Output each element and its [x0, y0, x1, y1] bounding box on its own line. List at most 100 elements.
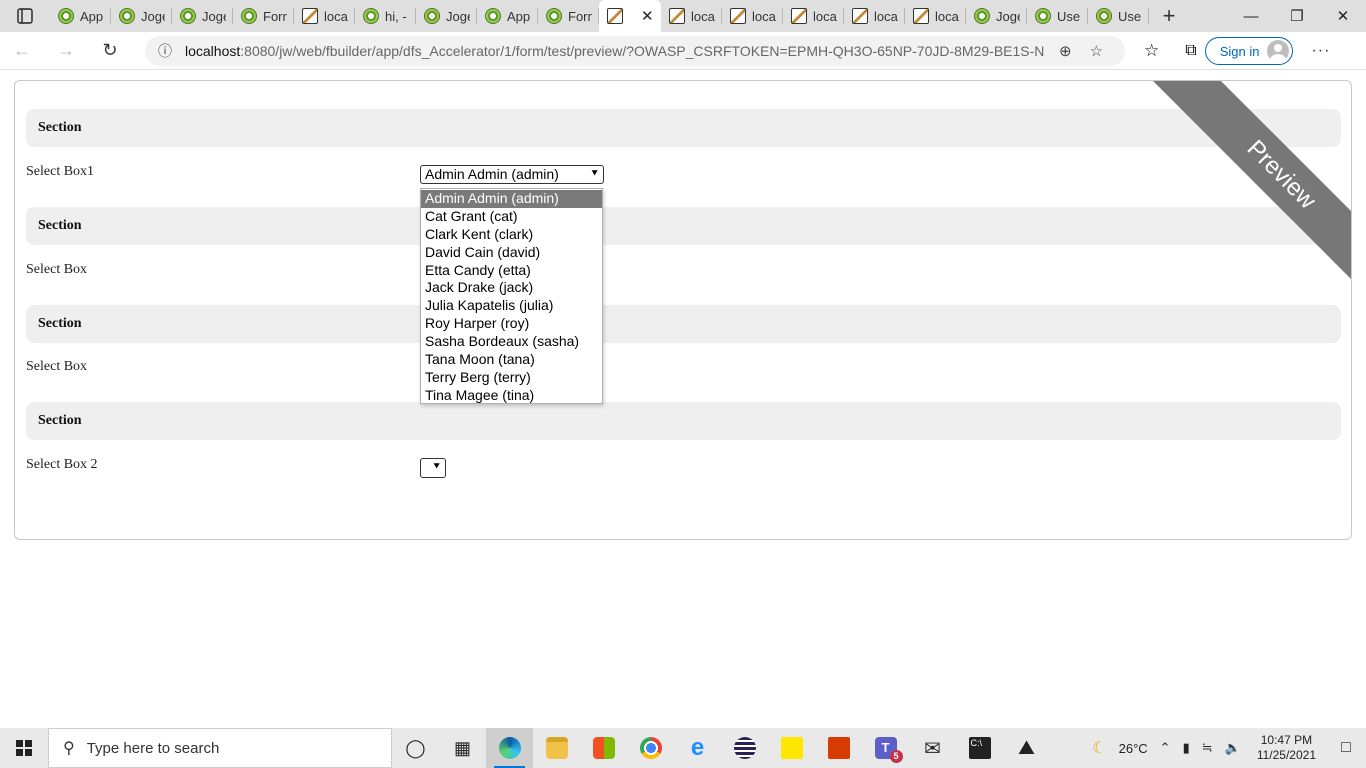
select-box1-dropdown-list[interactable]: Admin Admin (admin) Cat Grant (cat) Clark …: [420, 188, 603, 404]
collections-icon[interactable]: ⧉: [1185, 42, 1196, 60]
dropdown-option[interactable]: Julia Kapatelis (julia): [421, 297, 602, 315]
edge-icon: [498, 737, 521, 759]
browser-tab[interactable]: App: [50, 0, 111, 32]
dropdown-option[interactable]: David Cain (david): [421, 244, 602, 262]
dropdown-option[interactable]: Terry Berg (terry): [421, 369, 602, 387]
site-info-icon[interactable]: ⓘ: [145, 41, 185, 61]
zoom-icon[interactable]: ⊕: [1059, 42, 1072, 60]
tab-active[interactable]: ✕: [599, 0, 661, 32]
joget-globe-icon: [119, 8, 135, 24]
new-tab-button[interactable]: +: [1149, 0, 1189, 32]
photos-button[interactable]: ⛰: [1003, 728, 1050, 768]
edge-taskbar-button[interactable]: [486, 728, 533, 768]
dropdown-option[interactable]: Roy Harper (roy): [421, 315, 602, 333]
weather-moon-icon[interactable]: ☾: [1086, 738, 1112, 758]
restore-icon: ❐: [1290, 8, 1304, 25]
favorites-icon[interactable]: ☆: [1144, 41, 1159, 61]
navigation-bar: ← → ↻ ⓘ localhost:8080/jw/web/fbuilder/a…: [0, 32, 1366, 70]
tab-label: Form: [568, 8, 592, 24]
select-box-2[interactable]: ⯆: [420, 458, 446, 478]
joget-globe-icon: [1096, 8, 1112, 24]
dropdown-option[interactable]: Jack Drake (jack): [421, 279, 602, 297]
battery-icon[interactable]: ▮: [1177, 740, 1196, 756]
close-window-button[interactable]: ✕: [1320, 0, 1366, 32]
browser-tab[interactable]: local: [661, 0, 722, 32]
tab-label: local: [324, 8, 348, 24]
browser-tab[interactable]: Joge: [172, 0, 233, 32]
eclipse-button[interactable]: [721, 728, 768, 768]
browser-tab[interactable]: Joge: [416, 0, 477, 32]
more-options-icon[interactable]: ···: [1311, 42, 1330, 60]
task-view-button[interactable]: ▦: [439, 728, 486, 768]
browser-tab[interactable]: local: [783, 0, 844, 32]
cortana-button[interactable]: ◯: [392, 728, 439, 768]
dropdown-option[interactable]: Cat Grant (cat): [421, 208, 602, 226]
browser-tab[interactable]: User: [1027, 0, 1088, 32]
internet-explorer-button[interactable]: e: [674, 728, 721, 768]
browser-tab[interactable]: Joge: [966, 0, 1027, 32]
browser-tab[interactable]: local: [905, 0, 966, 32]
field-label-select-box: Select Box: [26, 359, 88, 374]
dropdown-option[interactable]: Admin Admin (admin): [421, 190, 602, 208]
dropdown-option[interactable]: Tina Magee (tina): [421, 387, 602, 405]
system-tray: ☾ 26°C ⌃ ▮ ≒ 🔈 10:47 PM 11/25/2021 □: [1086, 728, 1366, 768]
notifications-icon[interactable]: □: [1326, 739, 1366, 757]
terminal-button[interactable]: C:\: [956, 728, 1003, 768]
teams-button[interactable]: T5: [862, 728, 909, 768]
page-icon: [669, 8, 685, 24]
file-explorer-button[interactable]: [533, 728, 580, 768]
teams-icon: T5: [874, 737, 903, 763]
dropdown-option[interactable]: Tana Moon (tana): [421, 351, 602, 369]
taskbar-search[interactable]: ⚲ Type here to search: [48, 728, 392, 768]
office-icon: [827, 737, 850, 759]
dropdown-option[interactable]: Sasha Bordeaux (sasha): [421, 333, 602, 351]
store-button[interactable]: [580, 728, 627, 768]
browser-tab[interactable]: local: [844, 0, 905, 32]
add-favorite-icon[interactable]: ☆: [1090, 42, 1103, 60]
forward-button[interactable]: →: [44, 32, 88, 70]
select-box1[interactable]: Admin Admin (admin) ⯆: [420, 165, 604, 184]
sticky-notes-icon: [780, 737, 803, 759]
mail-button[interactable]: ✉: [909, 728, 956, 768]
field-label-select-box: Select Box: [26, 262, 88, 277]
back-button[interactable]: ←: [0, 32, 44, 70]
browser-tab[interactable]: Form: [233, 0, 294, 32]
tab-label: App: [507, 8, 531, 24]
minimize-button[interactable]: —: [1228, 0, 1274, 32]
tab-actions-button[interactable]: [0, 0, 50, 32]
browser-tab[interactable]: App: [477, 0, 538, 32]
start-button[interactable]: [0, 728, 48, 768]
tab-label: local: [935, 8, 959, 24]
tab-label: Joge: [141, 8, 165, 24]
close-tab-icon[interactable]: ✕: [641, 7, 654, 25]
wifi-icon[interactable]: ≒: [1196, 740, 1219, 756]
tab-label: local: [752, 8, 776, 24]
chrome-button[interactable]: [627, 728, 674, 768]
browser-tab[interactable]: local: [722, 0, 783, 32]
clock[interactable]: 10:47 PM 11/25/2021: [1247, 733, 1326, 763]
dropdown-option[interactable]: Etta Candy (etta): [421, 262, 602, 280]
sticky-notes-button[interactable]: [768, 728, 815, 768]
refresh-button[interactable]: ↻: [88, 32, 132, 70]
search-placeholder: Type here to search: [86, 739, 220, 757]
refresh-icon: ↻: [102, 40, 118, 60]
tab-label: hi, -: [385, 8, 407, 24]
url-text[interactable]: localhost:8080/jw/web/fbuilder/app/dfs_A…: [185, 43, 1045, 59]
dropdown-option[interactable]: Clark Kent (clark): [421, 226, 602, 244]
cortana-circle-icon: ◯: [405, 737, 426, 758]
browser-tab[interactable]: local: [294, 0, 355, 32]
volume-icon[interactable]: 🔈: [1219, 740, 1247, 756]
weather-temperature[interactable]: 26°C: [1113, 741, 1154, 756]
browser-tab[interactable]: Joge: [111, 0, 172, 32]
address-bar[interactable]: ⓘ localhost:8080/jw/web/fbuilder/app/dfs…: [145, 36, 1125, 66]
page-content: Section Select Box1 Admin Admin (admin) …: [0, 71, 1366, 728]
office-button[interactable]: [815, 728, 862, 768]
restore-button[interactable]: ❐: [1274, 0, 1320, 32]
browser-tab[interactable]: User: [1088, 0, 1149, 32]
sign-in-button[interactable]: Sign in: [1204, 37, 1294, 65]
show-hidden-icons-icon[interactable]: ⌃: [1154, 740, 1177, 756]
browser-tab[interactable]: hi, -: [355, 0, 416, 32]
tab-label: Joge: [202, 8, 226, 24]
browser-tab[interactable]: Form: [538, 0, 599, 32]
page-icon: [302, 8, 318, 24]
